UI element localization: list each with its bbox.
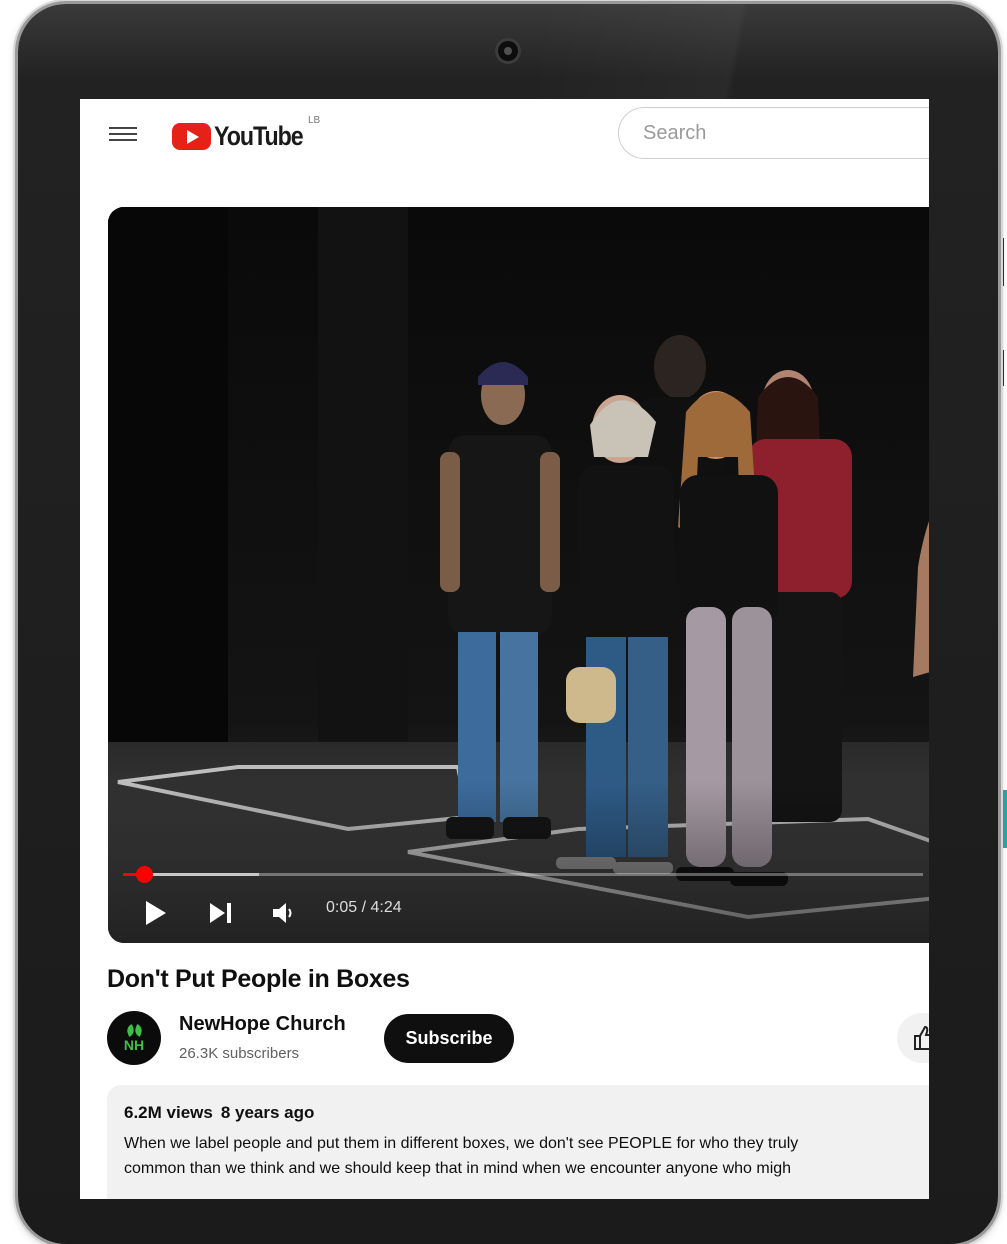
description-meta: 6.2M views 8 years ago [124,1103,322,1123]
next-icon[interactable] [208,901,234,930]
top-bar: YouTube LB [80,99,929,199]
description-text: When we label people and put them in dif… [124,1131,929,1181]
play-icon[interactable] [144,899,168,932]
youtube-logo[interactable]: YouTube [172,119,317,153]
view-count: 6.2M views [124,1103,213,1122]
leaf-icon [133,1024,144,1037]
description-line: When we label people and put them in dif… [124,1135,799,1152]
thumbs-up-icon [914,1025,929,1050]
video-frame [108,207,929,943]
like-button[interactable] [897,1013,929,1063]
channel-avatar[interactable]: NH [107,1011,161,1065]
background-edge-mark [998,238,1004,286]
channel-name[interactable]: NewHope Church [179,1013,346,1036]
subscriber-count: 26.3K subscribers [179,1045,300,1062]
description-box[interactable]: 6.2M views 8 years ago When we label peop… [107,1085,929,1199]
subscribe-button[interactable]: Subscribe [384,1014,514,1063]
description-line: common than we think and we should keep … [124,1160,792,1177]
background-teal-block [998,790,1007,848]
volume-icon[interactable] [271,901,297,930]
upload-age: 8 years ago [220,1103,315,1122]
logo-text: YouTube [214,120,304,151]
background-edge-mark [998,350,1004,386]
search-box[interactable] [618,107,929,159]
camera-icon [498,41,518,61]
search-input[interactable] [641,120,925,146]
video-player[interactable]: 0:05 / 4:24 [108,207,929,943]
logo-country-code: LB [308,115,321,126]
youtube-play-icon [172,122,211,150]
time-display: 0:05 / 4:24 [326,899,402,916]
video-title: Don't Put People in Boxes [107,965,410,993]
hamburger-menu-icon[interactable] [109,123,137,147]
tablet-screen: YouTube LB Search 0:05 / 4:24 Don't Put … [80,99,929,1199]
avatar-initials: NH [123,1037,145,1053]
progress-bar[interactable] [123,866,923,883]
